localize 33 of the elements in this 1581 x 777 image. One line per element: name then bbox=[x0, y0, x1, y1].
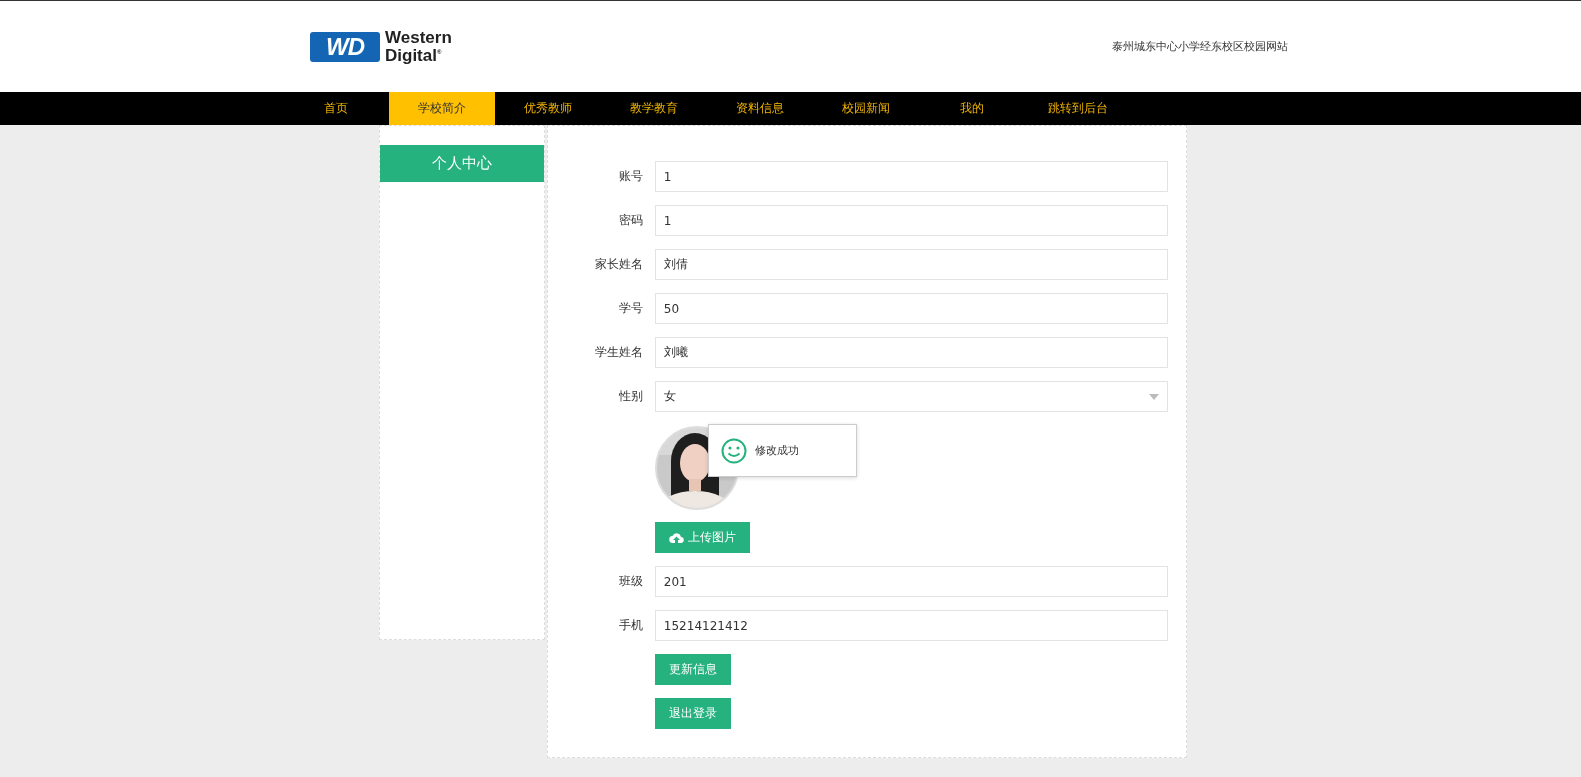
nav-item[interactable]: 跳转到后台 bbox=[1025, 92, 1131, 125]
nav-item[interactable]: 校园新闻 bbox=[813, 92, 919, 125]
field-label: 学号 bbox=[617, 300, 643, 317]
field-label: 家长姓名 bbox=[593, 256, 643, 273]
field-label: 班级 bbox=[617, 573, 643, 590]
cloud-upload-icon bbox=[669, 531, 684, 544]
input-field[interactable]: 刘曦 bbox=[654, 337, 1168, 368]
toast-message: 修改成功 bbox=[755, 443, 799, 458]
logo-text: Digital$^{®}$ bbox=[385, 45, 443, 63]
field-label: 密码 bbox=[617, 212, 643, 229]
select-field[interactable]: 女 bbox=[654, 381, 1168, 412]
nav-item[interactable]: 教学教育 bbox=[601, 92, 707, 125]
field-label: 性别 bbox=[617, 388, 643, 405]
input-field[interactable]: 201 bbox=[654, 566, 1168, 597]
nav-item[interactable]: 优秀教师 bbox=[495, 92, 601, 125]
smiley-icon bbox=[721, 437, 747, 464]
input-field[interactable]: 1 bbox=[654, 161, 1168, 192]
input-field[interactable]: 1 bbox=[654, 205, 1168, 236]
sidebar-title: 个人中心 bbox=[380, 145, 544, 182]
nav-item[interactable]: 我的 bbox=[919, 92, 1025, 125]
nav-item[interactable]: 资料信息 bbox=[707, 92, 813, 125]
input-field[interactable]: 15214121412 bbox=[654, 610, 1168, 641]
logo-mark: WD bbox=[310, 31, 380, 62]
nav-item[interactable]: 学校简介 bbox=[389, 92, 495, 125]
site-title: 泰州城东中心小学经东校区校园网站 bbox=[1112, 39, 1288, 54]
caret-icon bbox=[1149, 393, 1159, 400]
field-label: 账号 bbox=[617, 168, 643, 185]
logo-text: Western bbox=[385, 30, 452, 46]
input-field[interactable]: 50 bbox=[654, 293, 1168, 324]
nav-item[interactable]: 首页 bbox=[283, 92, 389, 125]
input-field[interactable]: 刘倩 bbox=[654, 249, 1168, 280]
field-label: 手机 bbox=[617, 617, 643, 634]
field-label: 学生姓名 bbox=[593, 344, 643, 361]
